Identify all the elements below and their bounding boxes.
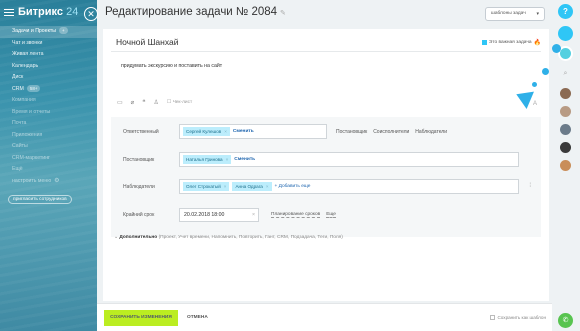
description-editor[interactable]: придумать экскурсию и поставить на сайт bbox=[121, 63, 222, 69]
observers-row: Наблюдатели Олег Строкатый × Анна Одрага ×… bbox=[111, 176, 541, 198]
save-as-template[interactable]: Сохранить как шаблон bbox=[490, 315, 546, 320]
sidebar-item-configure[interactable]: настроить меню ⚙ bbox=[0, 176, 97, 188]
deadline-row: Крайний срок 20.02.2018 18:00 × Планирова… bbox=[111, 204, 541, 226]
sidebar-item-mail[interactable]: Почта bbox=[0, 118, 97, 130]
observers-field[interactable]: Олег Строкатый × Анна Одрага × + Добавить … bbox=[179, 179, 519, 194]
sidebar-item-calendar[interactable]: Календарь bbox=[0, 61, 97, 73]
chevron-down-icon: ▾ bbox=[536, 11, 539, 17]
video-icon[interactable]: ▭ bbox=[117, 99, 123, 106]
sidebar-item-disk[interactable]: Диск bbox=[0, 72, 97, 84]
avatar[interactable] bbox=[560, 88, 571, 99]
user-tag: Олег Строкатый × bbox=[183, 182, 230, 191]
top-bar: Редактирование задачи № 2084 ✎ шаблоны за… bbox=[97, 0, 551, 28]
sidebar-item-sites[interactable]: Сайты bbox=[0, 141, 97, 153]
deadline-label: Крайний срок bbox=[123, 212, 155, 218]
tasks-counter: + bbox=[59, 27, 68, 35]
page-title: Редактирование задачи № 2084 ✎ bbox=[105, 6, 286, 18]
additional-section[interactable]: ⌄ Дополнительно (Проект, Учет времени, Н… bbox=[114, 235, 343, 240]
chevron-down-icon: ⌄ bbox=[114, 235, 119, 240]
user-tag: Сергей Кулешов × bbox=[183, 127, 230, 136]
menu-icon[interactable] bbox=[4, 8, 14, 16]
remove-tag-icon[interactable]: × bbox=[224, 129, 227, 134]
observers-link[interactable]: Наблюдатели bbox=[415, 129, 447, 135]
template-checkbox[interactable] bbox=[490, 315, 496, 320]
responsible-row: Ответственный Сергей Кулешов × Сменить По… bbox=[111, 121, 541, 143]
logo-number: 24 bbox=[66, 6, 79, 18]
deadline-input[interactable]: 20.02.2018 18:00 × bbox=[179, 208, 259, 222]
responsible-label: Ответственный bbox=[123, 129, 159, 135]
clear-icon[interactable]: × bbox=[252, 209, 255, 221]
pointer-dot bbox=[552, 44, 561, 53]
editor-toolbar: ▭ ⌀ ❝ ♙ ☐ Чек-лист bbox=[117, 99, 192, 106]
crm-counter: 58+ bbox=[26, 84, 41, 92]
creator-row: Постановщик Наталья Гринова × Сменить bbox=[111, 149, 541, 171]
sidebar-item-company[interactable]: Компания bbox=[0, 95, 97, 107]
left-sidebar: Битрикс 24 Задачи и Проекты + Чат и звонк… bbox=[0, 0, 97, 331]
avatar[interactable] bbox=[560, 142, 571, 153]
coexecutors-link[interactable]: Соисполнители bbox=[373, 129, 409, 135]
user-tag: Наталья Гринова × bbox=[183, 155, 232, 164]
search-icon[interactable]: ⌕ bbox=[558, 66, 573, 81]
close-icon[interactable]: ✕ bbox=[84, 7, 98, 21]
sidebar-item-feed[interactable]: Живая лента bbox=[0, 49, 97, 61]
observers-label: Наблюдатели bbox=[123, 184, 155, 190]
sidebar-item-tasks[interactable]: Задачи и Проекты + bbox=[0, 26, 97, 38]
more-dates-link[interactable]: Еще bbox=[326, 212, 336, 218]
change-responsible-link[interactable]: Сменить bbox=[233, 129, 254, 134]
pointer-dot bbox=[542, 68, 549, 75]
fields-panel: Ответственный Сергей Кулешов × Сменить По… bbox=[111, 117, 541, 237]
bitrix24-logo[interactable]: Битрикс 24 bbox=[18, 6, 78, 18]
remove-tag-icon[interactable]: × bbox=[226, 157, 229, 162]
bell-icon[interactable] bbox=[558, 26, 573, 41]
sidebar-item-more[interactable]: Ещё bbox=[0, 164, 97, 176]
creator-field[interactable]: Наталья Гринова × Сменить bbox=[179, 152, 519, 167]
important-checkbox[interactable] bbox=[481, 40, 487, 45]
creator-link[interactable]: Постановщик bbox=[336, 129, 367, 135]
user-mention-icon[interactable]: ♙ bbox=[154, 99, 159, 106]
avatar[interactable] bbox=[560, 106, 571, 117]
logo-main: Битрикс bbox=[18, 6, 64, 18]
role-links: Постановщик Соисполнители Наблюдатели bbox=[336, 129, 447, 135]
remove-tag-icon[interactable]: × bbox=[224, 184, 227, 189]
gear-icon: ⚙ bbox=[54, 177, 60, 184]
deadline-links: Планирование сроков Еще bbox=[271, 212, 336, 218]
attach-icon[interactable]: ⌀ bbox=[131, 99, 135, 106]
planning-link[interactable]: Планирование сроков bbox=[271, 212, 321, 218]
divider bbox=[111, 51, 541, 52]
avatar[interactable] bbox=[560, 160, 571, 171]
save-button[interactable]: СОХРАНИТЬ ИЗМЕНЕНИЯ bbox=[104, 310, 178, 326]
pointer-dot bbox=[532, 82, 537, 87]
templates-button[interactable]: шаблоны задач ▾ bbox=[485, 7, 545, 21]
checklist-button[interactable]: ☐ Чек-лист bbox=[167, 100, 192, 105]
sidebar-item-crm-marketing[interactable]: CRM-маркетинг bbox=[0, 153, 97, 165]
sidebar-item-chat[interactable]: Чат и звонки bbox=[0, 38, 97, 50]
avatar[interactable] bbox=[560, 124, 571, 135]
task-form: Ночной Шанхай Это важная задача 🔥 придум… bbox=[103, 29, 549, 301]
sidebar-item-apps[interactable]: Приложения bbox=[0, 130, 97, 142]
sidebar-menu: Задачи и Проекты + Чат и звонки Живая лен… bbox=[0, 26, 97, 205]
invite-button[interactable]: пригласить сотрудников bbox=[8, 195, 72, 204]
footer-bar: СОХРАНИТЬ ИЗМЕНЕНИЯ ОТМЕНА Сохранить как… bbox=[97, 303, 552, 331]
remove-tag-icon[interactable]: × bbox=[266, 184, 269, 189]
add-observer-link[interactable]: + Добавить еще bbox=[275, 184, 311, 189]
cancel-button[interactable]: ОТМЕНА bbox=[187, 315, 208, 320]
creator-label: Постановщик bbox=[123, 157, 155, 163]
phone-icon[interactable]: ✆ bbox=[558, 313, 573, 328]
sidebar-item-time[interactable]: Время и отчеты bbox=[0, 107, 97, 119]
edit-pencil-icon[interactable]: ✎ bbox=[280, 10, 286, 17]
user-tag: Анна Одрага × bbox=[232, 182, 272, 191]
quote-icon[interactable]: ❝ bbox=[142, 99, 145, 106]
task-name-input[interactable]: Ночной Шанхай bbox=[116, 37, 178, 47]
sidebar-item-crm[interactable]: CRM 58+ bbox=[0, 84, 97, 96]
change-creator-link[interactable]: Сменить bbox=[234, 157, 255, 162]
responsible-field[interactable]: Сергей Кулешов × Сменить bbox=[179, 124, 327, 139]
drag-handle-icon[interactable]: ⁞ bbox=[529, 183, 531, 189]
sidebar-header: Битрикс 24 bbox=[0, 0, 97, 24]
help-icon[interactable]: ? bbox=[558, 4, 573, 19]
